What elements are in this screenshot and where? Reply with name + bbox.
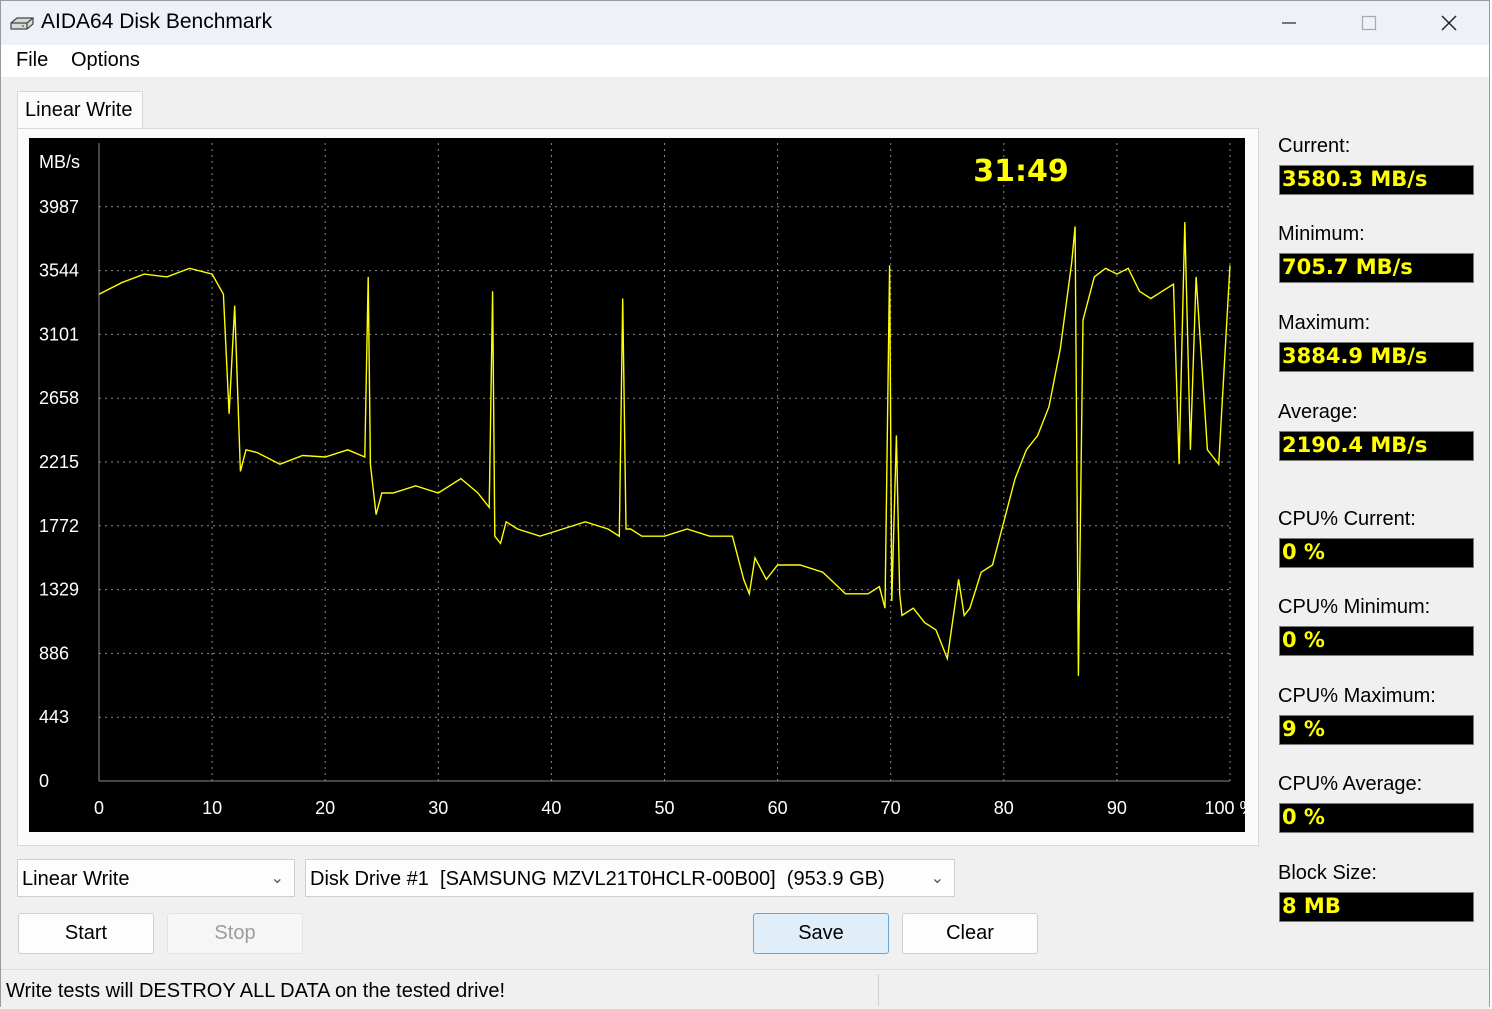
save-button[interactable]: Save bbox=[753, 913, 889, 954]
cpu-maximum-value: 9 % bbox=[1279, 715, 1474, 745]
stop-button[interactable]: Stop bbox=[167, 913, 303, 954]
close-icon bbox=[1441, 15, 1457, 31]
menu-file[interactable]: File bbox=[16, 49, 48, 72]
maximize-button[interactable] bbox=[1329, 1, 1409, 45]
benchmark-chart: 0 443 886 1329 1772 2215 2658 3101 3544 3987 0 10 20… bbox=[29, 138, 1245, 832]
drive-select-value: Disk Drive #1 [SAMSUNG MZVL21T0HCLR-00B0… bbox=[310, 868, 885, 890]
y-tick-label: 886 bbox=[39, 643, 69, 663]
y-tick-label: 2215 bbox=[39, 452, 79, 472]
test-type-select[interactable]: Linear Write ⌄ bbox=[17, 859, 295, 897]
y-tick-label: 0 bbox=[39, 771, 49, 791]
test-type-select-value: Linear Write bbox=[22, 868, 130, 890]
y-tick-label: 3544 bbox=[39, 261, 79, 281]
x-tick-label: 70 bbox=[881, 798, 901, 818]
elapsed-time: 31:49 bbox=[973, 154, 1069, 189]
chart-canvas: 0 443 886 1329 1772 2215 2658 3101 3544 3987 0 10 20… bbox=[39, 143, 1245, 818]
average-label: Average: bbox=[1278, 401, 1358, 423]
x-tick-label: 90 bbox=[1107, 798, 1127, 818]
cpu-minimum-value: 0 % bbox=[1279, 626, 1474, 656]
current-value: 3580.3 MB/s bbox=[1279, 165, 1474, 195]
y-tick-label: 2658 bbox=[39, 388, 79, 408]
x-tick-label: 100 % bbox=[1204, 798, 1245, 818]
maximize-icon bbox=[1361, 15, 1377, 31]
cpu-average-value: 0 % bbox=[1279, 803, 1474, 833]
x-tick-label: 80 bbox=[994, 798, 1014, 818]
cpu-current-label: CPU% Current: bbox=[1278, 508, 1416, 530]
close-button[interactable] bbox=[1409, 1, 1489, 45]
block-size-value: 8 MB bbox=[1279, 892, 1474, 922]
current-label: Current: bbox=[1278, 135, 1351, 157]
y-tick-label: 1772 bbox=[39, 516, 79, 536]
minimize-button[interactable] bbox=[1249, 1, 1329, 45]
chevron-down-icon: ⌄ bbox=[930, 870, 944, 887]
chart-y-unit-label: MB/s bbox=[39, 152, 80, 172]
minimum-value: 705.7 MB/s bbox=[1279, 253, 1474, 283]
status-divider bbox=[878, 974, 879, 1006]
y-tick-label: 3987 bbox=[39, 197, 79, 217]
cpu-current-value: 0 % bbox=[1279, 538, 1474, 568]
cpu-maximum-label: CPU% Maximum: bbox=[1278, 685, 1436, 707]
clear-button[interactable]: Clear bbox=[902, 913, 1038, 954]
title-bar[interactable]: AIDA64 Disk Benchmark bbox=[1, 1, 1489, 45]
average-value: 2190.4 MB/s bbox=[1279, 431, 1474, 461]
x-tick-label: 40 bbox=[541, 798, 561, 818]
x-tick-label: 50 bbox=[654, 798, 674, 818]
x-tick-label: 60 bbox=[768, 798, 788, 818]
x-tick-label: 30 bbox=[428, 798, 448, 818]
drive-select[interactable]: Disk Drive #1 [SAMSUNG MZVL21T0HCLR-00B0… bbox=[305, 859, 955, 897]
minimum-label: Minimum: bbox=[1278, 223, 1365, 245]
disk-drive-icon bbox=[10, 17, 34, 30]
cpu-minimum-label: CPU% Minimum: bbox=[1278, 596, 1431, 618]
y-tick-label: 443 bbox=[39, 707, 69, 727]
chevron-down-icon: ⌄ bbox=[270, 870, 284, 887]
start-button[interactable]: Start bbox=[18, 913, 154, 954]
window-title: AIDA64 Disk Benchmark bbox=[41, 10, 273, 33]
y-tick-label: 1329 bbox=[39, 580, 79, 600]
menu-options[interactable]: Options bbox=[71, 49, 140, 72]
minimize-icon bbox=[1282, 22, 1296, 24]
x-tick-label: 10 bbox=[202, 798, 222, 818]
block-size-label: Block Size: bbox=[1278, 862, 1377, 884]
x-tick-label: 20 bbox=[315, 798, 335, 818]
status-message: Write tests will DESTROY ALL DATA on the… bbox=[6, 980, 506, 1002]
maximum-label: Maximum: bbox=[1278, 312, 1371, 334]
cpu-average-label: CPU% Average: bbox=[1278, 773, 1423, 795]
y-tick-label: 3101 bbox=[39, 324, 79, 344]
maximum-value: 3884.9 MB/s bbox=[1279, 342, 1474, 372]
x-tick-label: 0 bbox=[94, 798, 104, 818]
menu-bar: File Options bbox=[1, 45, 1489, 77]
status-bar: Write tests will DESTROY ALL DATA on the… bbox=[1, 969, 1489, 1009]
tab-linear-write[interactable]: Linear Write bbox=[17, 91, 143, 129]
app-window: AIDA64 Disk Benchmark File Options Linea… bbox=[0, 0, 1490, 1009]
